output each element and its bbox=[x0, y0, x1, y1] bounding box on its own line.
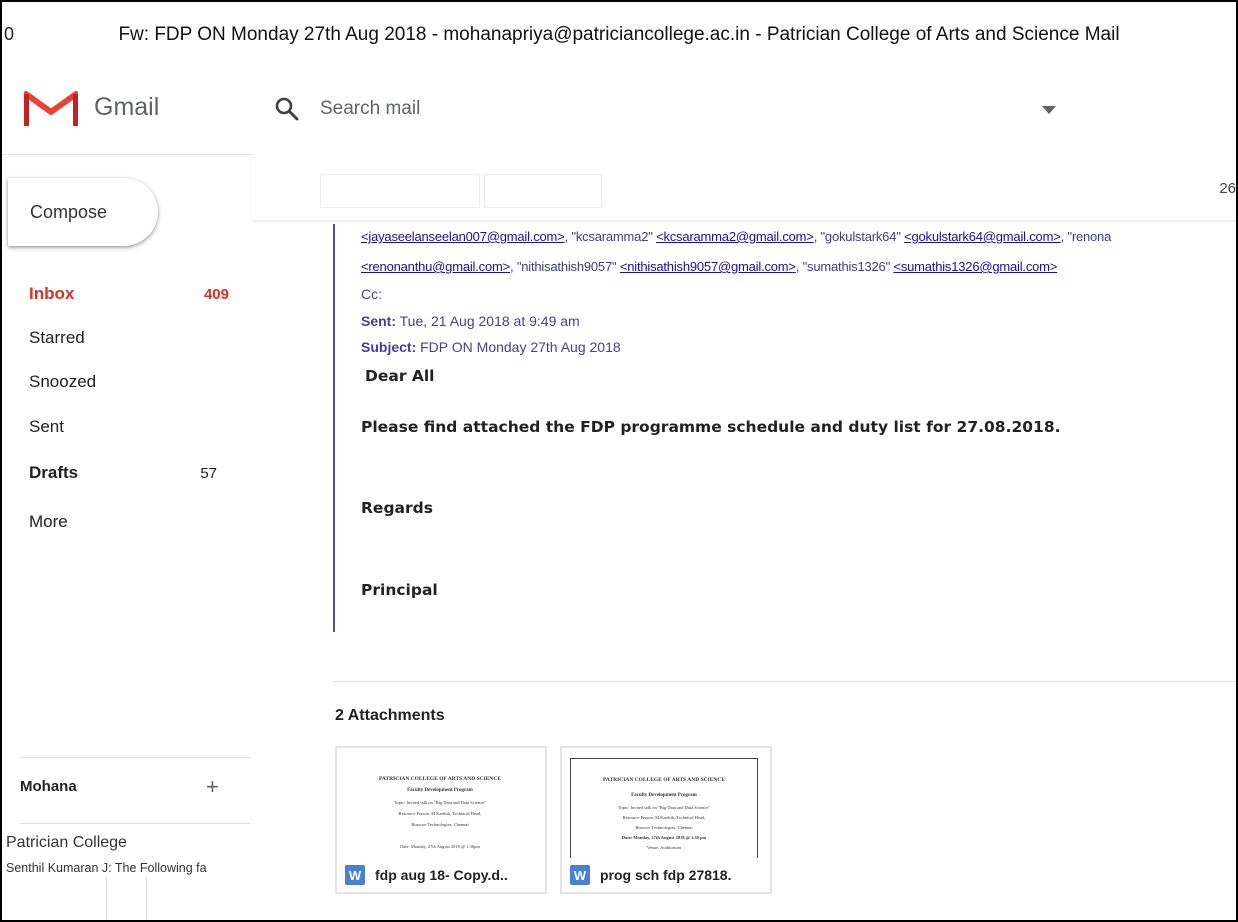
preview-line: Bosscoe Technologies, Chennai bbox=[411, 822, 469, 827]
drafts-count: 57 bbox=[200, 464, 217, 482]
sidebar-item-starred[interactable]: Starred bbox=[29, 323, 229, 353]
attachment-preview: PATRICIAN COLLEGE OF ARTS AND SCIENCE Fa… bbox=[347, 760, 533, 872]
recipient-name-text: , "renona bbox=[1060, 229, 1112, 244]
sent-value: Tue, 21 Aug 2018 at 9:49 am bbox=[399, 313, 580, 329]
divider bbox=[20, 823, 250, 824]
attachment-footer: W prog sch fdp 27818. bbox=[562, 858, 770, 892]
sidebar-item-inbox[interactable]: Inbox 409 bbox=[29, 279, 229, 309]
attachment-name: fdp aug 18- Copy.d.. bbox=[375, 867, 508, 883]
quoted-message: <jayaseelanseelan007@gmail.com>, "kcsara… bbox=[333, 224, 1235, 632]
sidebar-item-snoozed[interactable]: Snoozed bbox=[29, 367, 229, 397]
hangouts-bottom-tabs bbox=[2, 878, 242, 920]
toolbar-button[interactable] bbox=[484, 174, 602, 208]
preview-line: Resource Person: M.Karthik, Technical He… bbox=[398, 811, 482, 816]
greeting: Dear All bbox=[365, 367, 435, 385]
toolbar-button[interactable] bbox=[320, 174, 480, 208]
recipient-name-text: , "sumathis1326" bbox=[795, 259, 894, 274]
gmail-header: Gmail bbox=[2, 68, 1236, 155]
message-toolbar: 26 bbox=[252, 154, 1236, 220]
signature: Principal bbox=[361, 581, 438, 599]
recipient-line: <jayaseelanseelan007@gmail.com>, "kcsara… bbox=[361, 229, 1111, 244]
sidebar-item-label: Snoozed bbox=[29, 372, 97, 391]
sidebar-item-more[interactable]: More bbox=[29, 507, 229, 537]
attachments-title: 2 Attachments bbox=[335, 707, 445, 724]
divider bbox=[20, 757, 250, 758]
recipient-name-text: , "nithisathish9057" bbox=[510, 259, 620, 274]
recipient-name-text: , "kcsaramma2" bbox=[564, 229, 657, 244]
preview-line: Faculty Development Program bbox=[631, 793, 697, 798]
email-link[interactable]: <gokulstark64@gmail.com> bbox=[904, 229, 1061, 244]
sent-label: Sent: bbox=[361, 313, 396, 329]
email-link[interactable]: <jayaseelanseelan007@gmail.com> bbox=[361, 229, 565, 244]
sidebar-item-sent[interactable]: Sent bbox=[29, 412, 229, 442]
search-options-caret-icon[interactable] bbox=[1042, 106, 1056, 114]
window-titlebar: 0 Fw: FDP ON Monday 27th Aug 2018 - moha… bbox=[2, 2, 1236, 66]
browser-window: 0 Fw: FDP ON Monday 27th Aug 2018 - moha… bbox=[0, 0, 1238, 922]
search-input[interactable] bbox=[318, 93, 1022, 125]
word-doc-icon: W bbox=[570, 865, 590, 885]
subject-label: Subject: bbox=[361, 339, 417, 355]
recipient-line: <renonanthu@gmail.com>, "nithisathish905… bbox=[361, 259, 1057, 274]
attachment-card[interactable]: PATRICIAN COLLEGE OF ARTS AND SCIENCE Fa… bbox=[560, 746, 772, 894]
preview-line: Date: Monday, 27th August 2018 @ 1.30 pm bbox=[621, 835, 707, 840]
hangouts-user[interactable]: Mohana bbox=[20, 778, 77, 795]
preview-line: Faculty Development Program bbox=[407, 788, 473, 793]
compose-button[interactable]: Compose bbox=[8, 178, 158, 246]
cc-label: Cc: bbox=[361, 286, 382, 302]
cc-line: Cc: bbox=[361, 286, 382, 302]
email-link[interactable]: <renonanthu@gmail.com> bbox=[361, 259, 510, 274]
preview-line: PATRICIAN COLLEGE OF ARTS AND SCIENCE bbox=[602, 777, 726, 783]
pagination-count: 26 bbox=[1219, 180, 1236, 197]
subject-value: FDP ON Monday 27th Aug 2018 bbox=[420, 339, 621, 355]
sidebar-item-label: More bbox=[29, 512, 68, 531]
hangouts-contact-name[interactable]: Patrician College bbox=[6, 834, 127, 852]
new-conversation-plus-icon[interactable]: + bbox=[206, 774, 219, 800]
sidebar-item-label: Drafts bbox=[29, 463, 79, 482]
search-icon[interactable] bbox=[274, 96, 300, 122]
message-body: Please find attached the FDP programme s… bbox=[361, 418, 1061, 436]
attachment-name: prog sch fdp 27818. bbox=[600, 867, 732, 883]
preview-line: Venue: Auditorium bbox=[646, 845, 682, 850]
attachment-card[interactable]: PATRICIAN COLLEGE OF ARTS AND SCIENCE Fa… bbox=[335, 746, 547, 894]
divider bbox=[333, 681, 1236, 682]
email-link[interactable]: <nithisathish9057@gmail.com> bbox=[620, 259, 796, 274]
attachment-preview: PATRICIAN COLLEGE OF ARTS AND SCIENCE Fa… bbox=[570, 758, 758, 872]
recipient-name-text: , "gokulstark64" bbox=[813, 229, 905, 244]
unread-count: 409 bbox=[203, 285, 229, 303]
preview-line: Topic: Invited talk on "Big Data and Dat… bbox=[617, 805, 711, 810]
window-title: Fw: FDP ON Monday 27th Aug 2018 - mohana… bbox=[118, 24, 1120, 45]
divider bbox=[106, 878, 107, 920]
attachment-footer: W fdp aug 18- Copy.d.. bbox=[337, 858, 545, 892]
preview-line: PATRICIAN COLLEGE OF ARTS AND SCIENCE bbox=[378, 776, 502, 782]
sidebar-item-drafts[interactable]: Drafts 57 bbox=[29, 458, 229, 488]
gmail-wordmark: Gmail bbox=[94, 93, 160, 121]
preview-line: Topic: Invited talk on "Big Data and Dat… bbox=[393, 800, 487, 805]
subject-line: Subject: FDP ON Monday 27th Aug 2018 bbox=[361, 339, 621, 355]
sidebar-item-label: Inbox bbox=[29, 284, 75, 303]
word-doc-icon: W bbox=[345, 865, 365, 885]
sent-line: Sent: Tue, 21 Aug 2018 at 9:49 am bbox=[361, 313, 580, 329]
compose-label: Compose bbox=[30, 201, 108, 222]
email-link[interactable]: <sumathis1326@gmail.com> bbox=[893, 259, 1057, 274]
divider bbox=[146, 878, 147, 920]
preview-line: Date: Monday, 27th August 2018 @ 1.30pm bbox=[400, 844, 480, 849]
gmail-logo-icon[interactable] bbox=[24, 88, 78, 128]
sidebar-item-label: Sent bbox=[29, 417, 64, 436]
preview-line: Resource Person: M.Karthik, Technical He… bbox=[622, 815, 706, 820]
regards: Regards bbox=[361, 499, 433, 517]
email-link[interactable]: <kcsaramma2@gmail.com> bbox=[656, 229, 814, 244]
hangouts-contact-snippet: Senthil Kumaran J: The Following fa bbox=[6, 861, 207, 875]
preview-line: Bosscoe Technologies, Chennai bbox=[635, 825, 693, 830]
sidebar-item-label: Starred bbox=[29, 328, 85, 347]
